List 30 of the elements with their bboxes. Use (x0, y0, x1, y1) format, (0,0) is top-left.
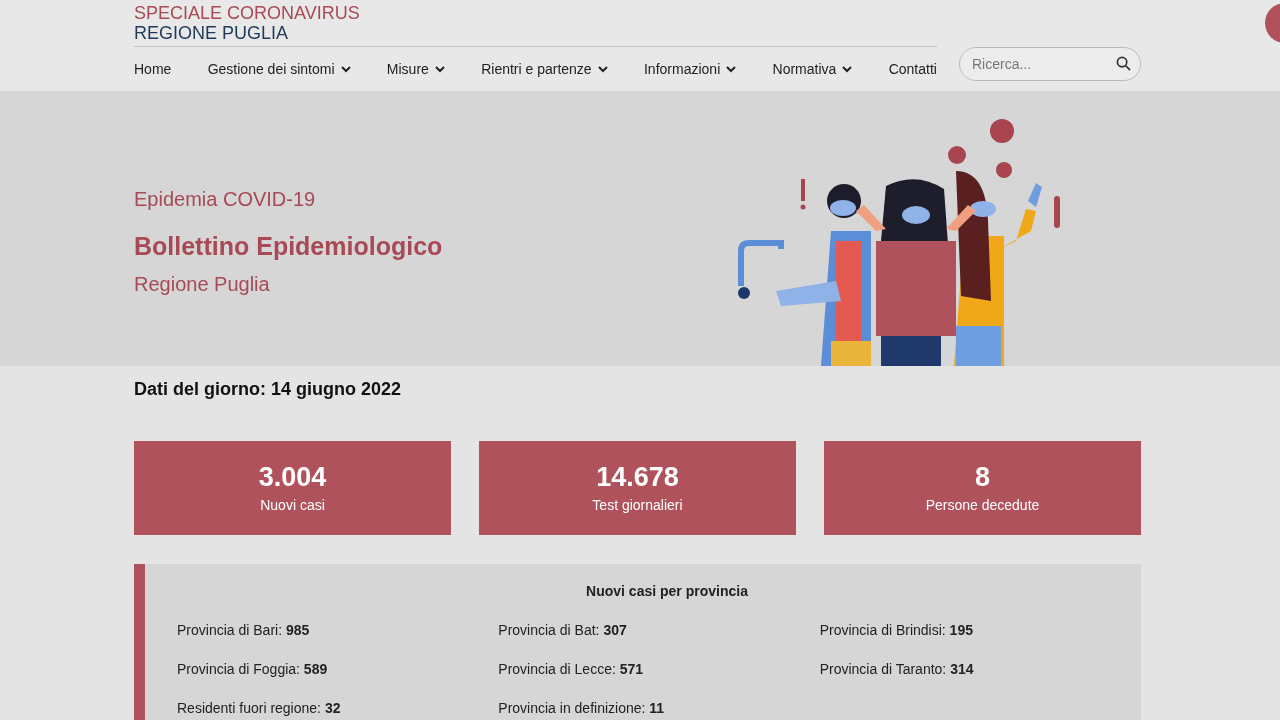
province-count: Provincia in definizione: 11 (498, 699, 666, 718)
province-count: Provincia di Brindisi: 195 (819, 621, 974, 640)
stat-label: Persone decedute (925, 495, 1040, 515)
hero-kicker: Epidemia COVID-19 (134, 187, 317, 212)
nav-link[interactable]: Gestione dei sintomi (207, 59, 351, 80)
stat-value: 8 (975, 460, 990, 493)
hero-subtitle: Regione Puglia (134, 271, 271, 297)
stat-value: 14.678 (596, 460, 679, 493)
hero-title: Bollettino Epidemiologico (134, 231, 444, 262)
province-count: Provincia di Lecce: 571 (498, 660, 645, 679)
nav-link[interactable]: Home (134, 59, 172, 80)
province-count: Provincia di Bat: 307 (498, 621, 628, 640)
nav-link[interactable]: Misure (386, 59, 445, 80)
site-title[interactable]: SPECIALE CORONAVIRUS (134, 3, 937, 23)
provinces-title: Nuovi casi per provincia (585, 582, 749, 601)
province-count: Provincia di Taranto: 314 (819, 660, 975, 679)
stat-label: Nuovi casi (260, 495, 325, 515)
site-subtitle[interactable]: REGIONE PUGLIA (134, 23, 937, 43)
province-count: Residenti fuori regione: 32 (177, 699, 342, 718)
search-icon[interactable] (1116, 56, 1131, 71)
stat-label: Test giornalieri (592, 495, 683, 515)
nav-link[interactable]: Rientri e partenze (481, 59, 608, 80)
province-count: Provincia di Bari: 985 (177, 621, 311, 640)
stat-value: 3.004 (258, 460, 327, 493)
search-field[interactable]: Ricerca... (959, 47, 1141, 81)
province-count: Provincia di Foggia: 589 (177, 660, 329, 679)
nav-link[interactable]: Contatti (888, 59, 937, 80)
date-heading: Dati del giorno: 14 giugno 2022 (134, 378, 403, 401)
nav-link[interactable]: Informazioni (644, 59, 737, 80)
nav-link[interactable]: Normativa (772, 59, 853, 80)
